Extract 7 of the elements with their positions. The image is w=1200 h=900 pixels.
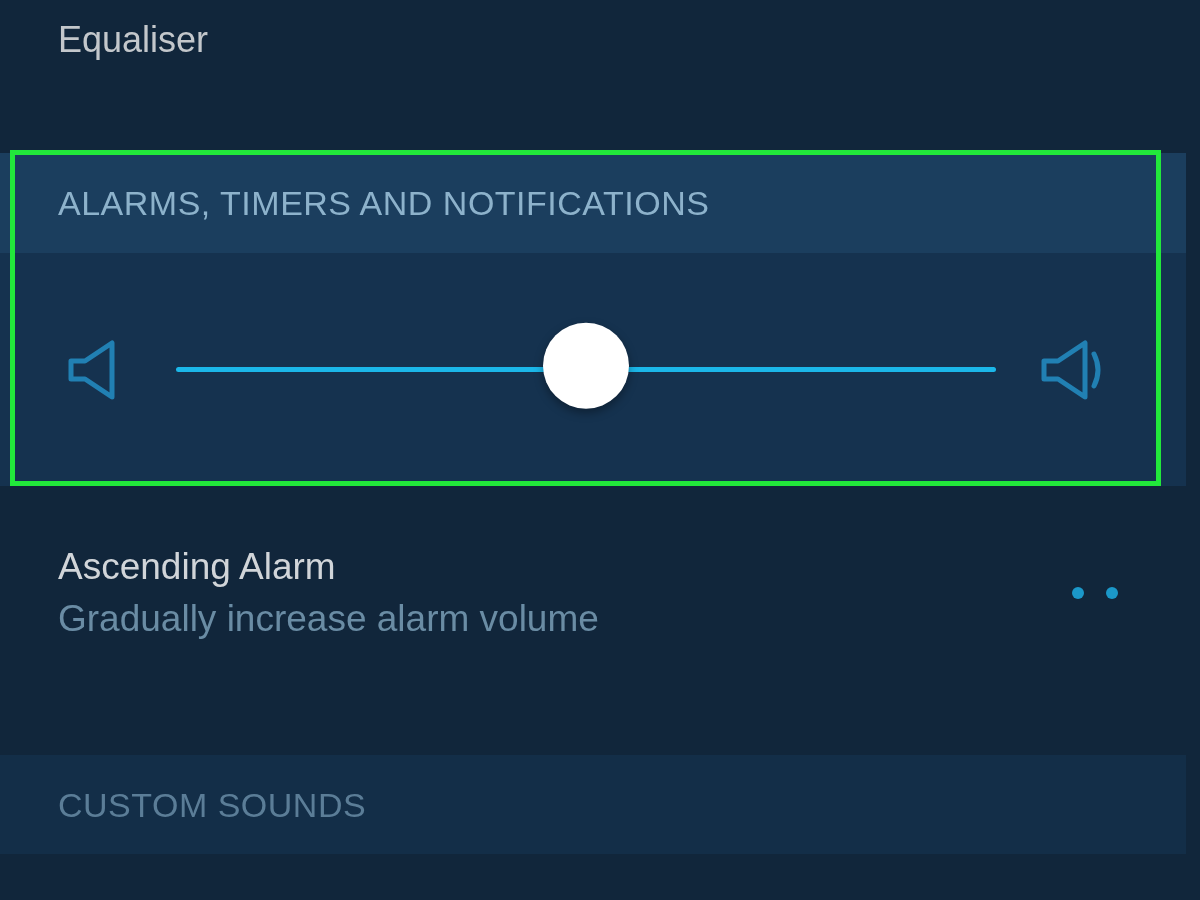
dots-icon[interactable] — [1072, 587, 1118, 599]
setting-title: Ascending Alarm — [58, 545, 337, 589]
setting-description: Gradually increase alarm volume — [58, 597, 599, 641]
speaker-low-icon — [68, 339, 116, 400]
equaliser-label[interactable]: Equaliser — [58, 18, 209, 62]
section-heading: CUSTOM SOUNDS — [58, 784, 367, 826]
section-heading: ALARMS, TIMERS AND NOTIFICATIONS — [58, 183, 710, 224]
